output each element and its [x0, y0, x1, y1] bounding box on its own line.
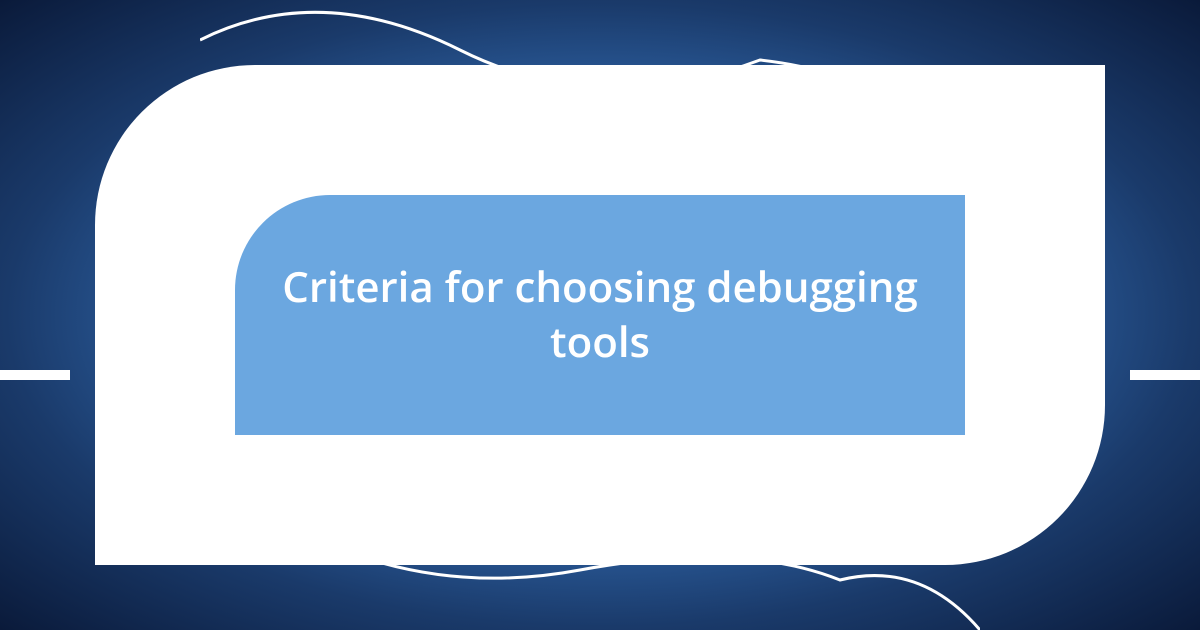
horizontal-accent-left — [0, 370, 70, 380]
page-title: Criteria for choosing debugging tools — [235, 260, 965, 369]
horizontal-accent-right — [1130, 370, 1200, 380]
inner-title-panel: Criteria for choosing debugging tools — [235, 195, 965, 435]
